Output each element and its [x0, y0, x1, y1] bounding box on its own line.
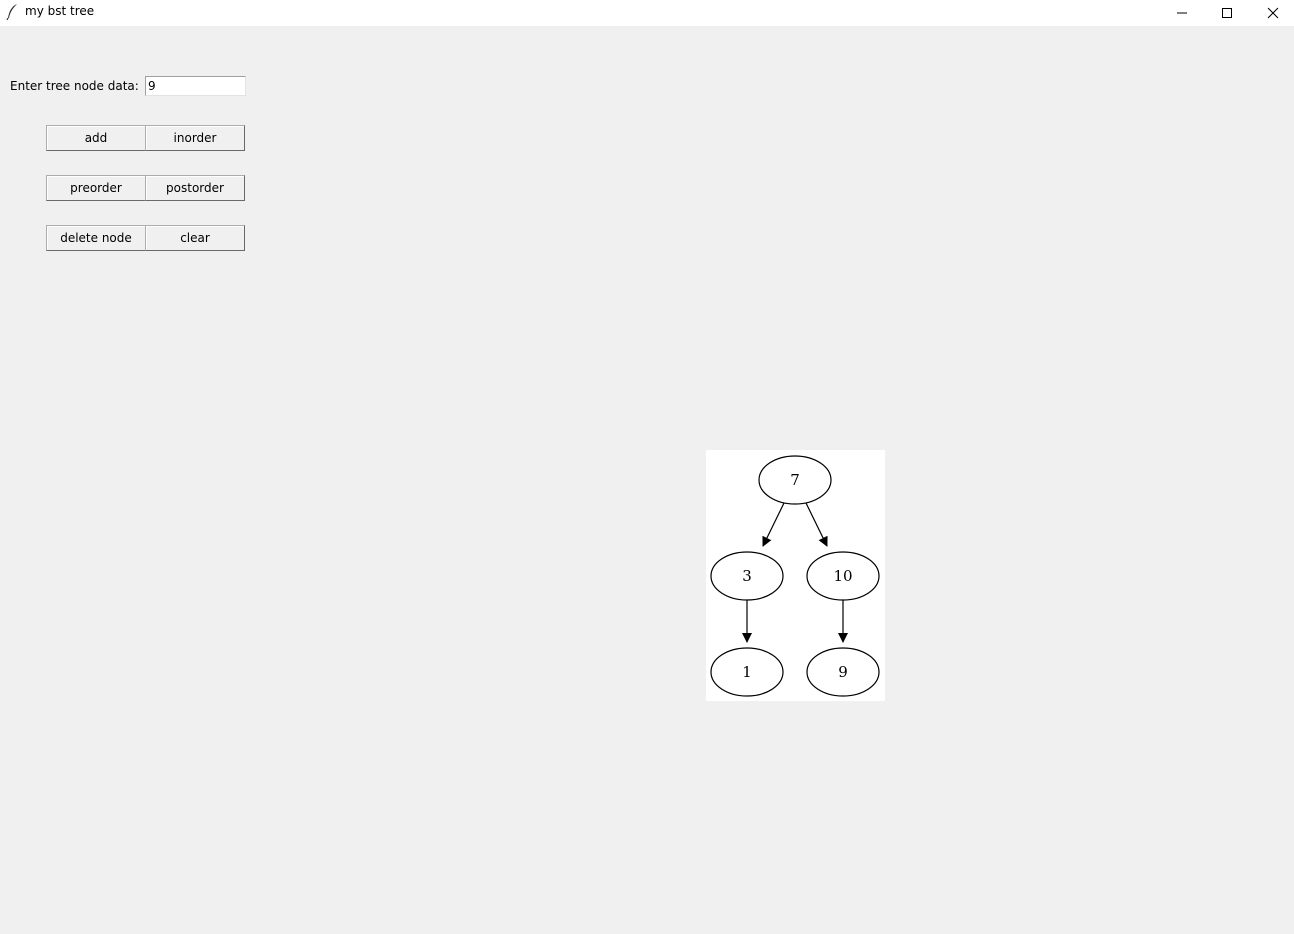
clear-button[interactable]: clear — [145, 225, 245, 251]
tree-node: 9 — [806, 647, 880, 697]
delete-node-button[interactable]: delete node — [46, 225, 146, 251]
node-data-label: Enter tree node data: — [10, 79, 139, 93]
maximize-icon — [1222, 8, 1232, 18]
close-button[interactable] — [1250, 0, 1294, 26]
tree-node: 1 — [710, 647, 784, 697]
node-label: 9 — [838, 663, 848, 681]
close-icon — [1267, 7, 1279, 19]
node-data-input[interactable] — [145, 76, 246, 96]
tree-image: 7 3 10 1 9 — [706, 450, 885, 701]
node-label: 1 — [742, 663, 752, 681]
minimize-icon — [1177, 12, 1187, 14]
node-label: 10 — [833, 567, 852, 585]
maximize-button[interactable] — [1204, 0, 1250, 26]
postorder-button[interactable]: postorder — [145, 175, 245, 201]
preorder-button[interactable]: preorder — [46, 175, 146, 201]
tree-diagram: 7 3 10 1 9 — [710, 455, 880, 697]
tree-node: 7 — [758, 455, 832, 505]
tree-node: 3 — [710, 551, 784, 601]
window-title: my bst tree — [25, 4, 95, 18]
tree-edge-7-10 — [805, 502, 828, 547]
tree-node: 10 — [806, 551, 880, 601]
tree-edge-7-3 — [762, 502, 785, 547]
minimize-button[interactable] — [1159, 0, 1205, 26]
inorder-button[interactable]: inorder — [145, 125, 245, 151]
node-label: 7 — [790, 471, 800, 489]
add-button[interactable]: add — [46, 125, 146, 151]
title-bar: my bst tree — [0, 0, 1294, 26]
node-label: 3 — [742, 567, 752, 585]
feather-icon — [6, 4, 17, 21]
